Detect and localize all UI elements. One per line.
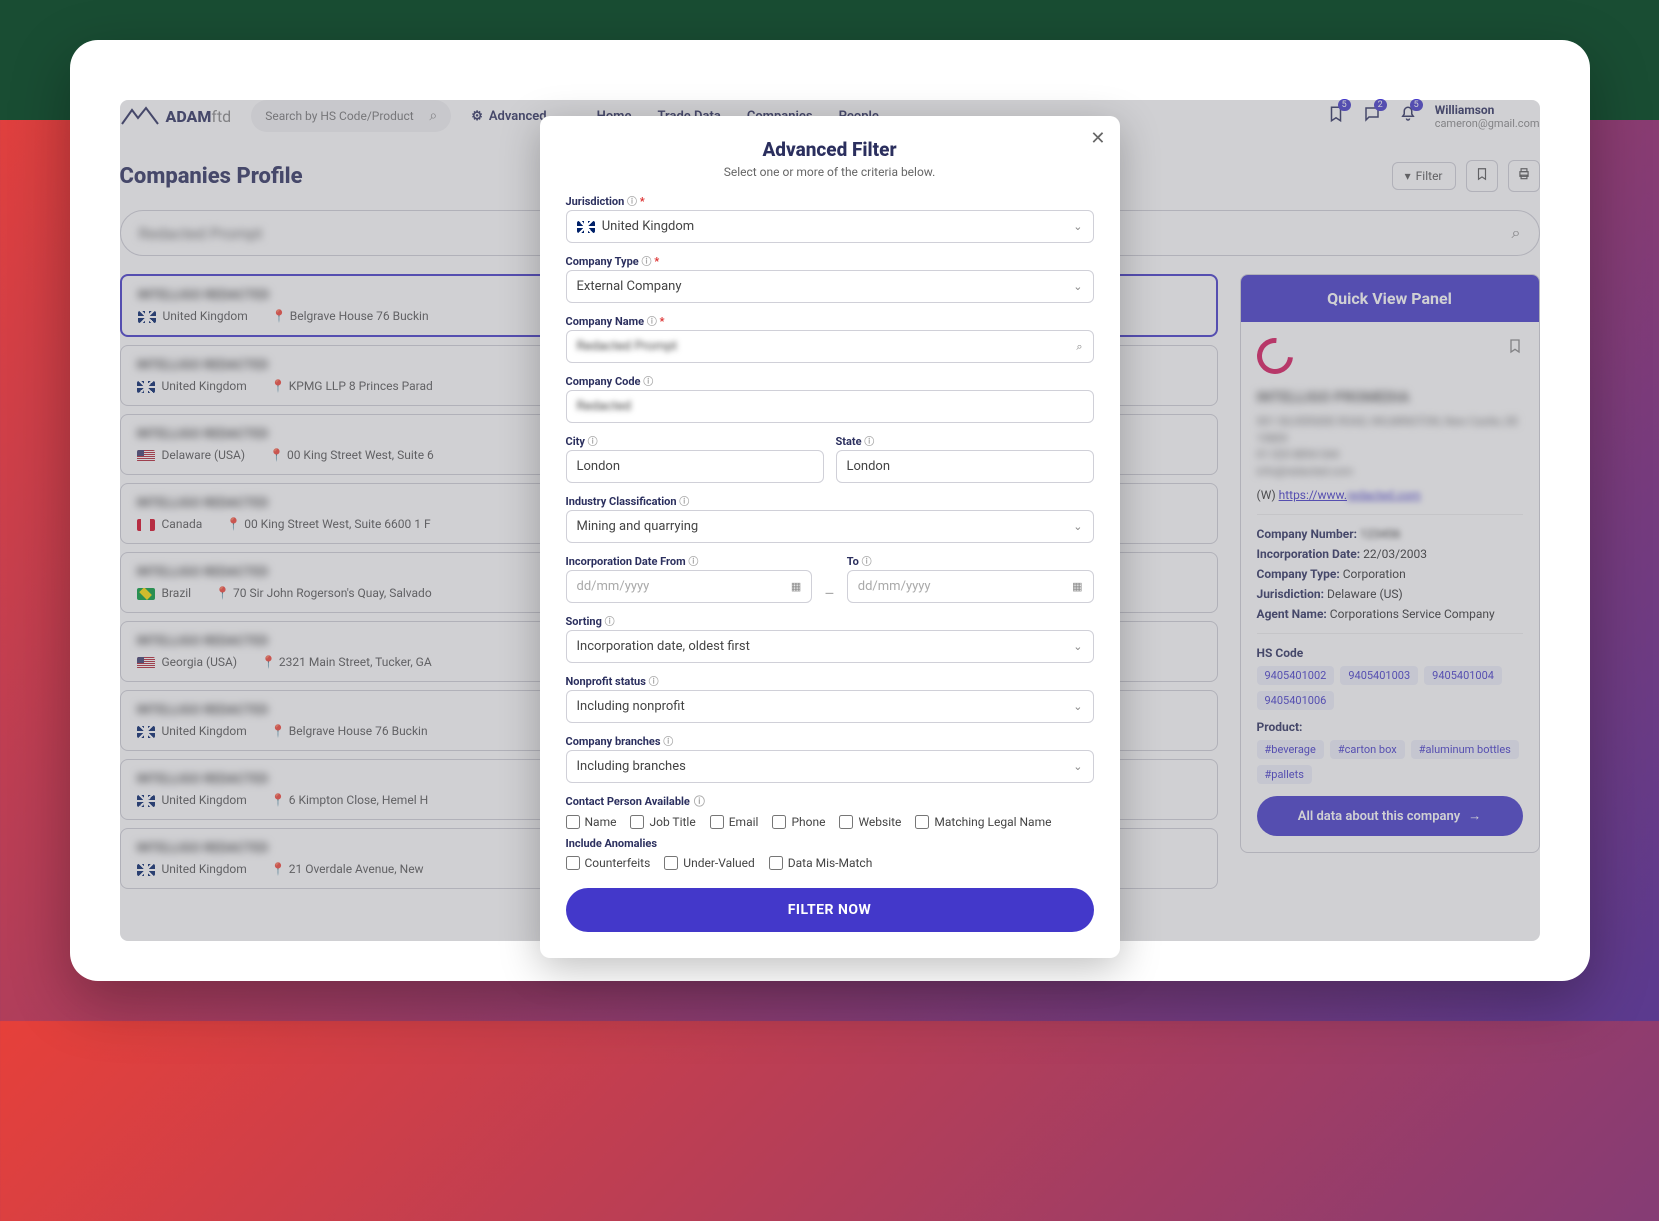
chevron-down-icon: ⌄: [1073, 520, 1082, 533]
jurisdiction-label: Jurisdiction ⓘ *: [566, 193, 1094, 208]
nonprofit-select[interactable]: Including nonprofit⌄: [566, 690, 1094, 723]
state-label: State ⓘ: [836, 433, 1094, 448]
advanced-button[interactable]: ⚙ Advanced: [471, 109, 546, 124]
company-name-label: Company Name ⓘ *: [566, 313, 1094, 328]
chevron-down-icon: ⌄: [1073, 280, 1082, 293]
jurisdiction-select[interactable]: United Kingdom⌄: [566, 210, 1094, 243]
header-search[interactable]: ⌕: [251, 100, 451, 132]
company-logo: [1249, 331, 1300, 382]
sliders-icon: ⚙: [471, 109, 483, 124]
company-address-blur: 501 SILVERSIDE ROAD, WILMINGTON, New Cas…: [1257, 414, 1523, 480]
sorting-select[interactable]: Incorporation date, oldest first⌄: [566, 630, 1094, 663]
date-to-label: To ⓘ: [847, 553, 1094, 568]
search-input[interactable]: [265, 109, 429, 123]
sorting-label: Sorting ⓘ: [566, 613, 1094, 628]
bookmark-icon[interactable]: 5: [1327, 105, 1345, 127]
city-input[interactable]: [566, 450, 824, 483]
date-to-input[interactable]: dd/mm/yyyy▦: [847, 570, 1094, 603]
contact-check[interactable]: Name: [566, 815, 617, 829]
company-name-blur: INTELLIGO PROMEDIA: [1257, 388, 1523, 406]
modal-title: Advanced Filter: [566, 138, 1094, 161]
company-type-label: Company Type ⓘ *: [566, 253, 1094, 268]
filter-button[interactable]: ▾Filter: [1392, 162, 1456, 190]
anomaly-check[interactable]: Data Mis-Match: [769, 856, 873, 870]
filter-now-button[interactable]: FILTER NOW: [566, 888, 1094, 932]
product-tag[interactable]: #carton box: [1330, 740, 1405, 759]
industry-select[interactable]: Mining and quarrying⌄: [566, 510, 1094, 543]
quick-view-panel: Quick View Panel INTELLIGO PROMEDIA 501 …: [1240, 274, 1540, 853]
industry-label: Industry Classification ⓘ: [566, 493, 1094, 508]
hs-code-tag[interactable]: 9405401006: [1257, 691, 1335, 710]
branches-select[interactable]: Including branches⌄: [566, 750, 1094, 783]
chevron-down-icon: ⌄: [1073, 640, 1082, 653]
website-link[interactable]: https://www.redacted.com: [1279, 488, 1421, 502]
logo[interactable]: ADAMftd: [120, 104, 232, 128]
anomaly-check[interactable]: Counterfeits: [566, 856, 651, 870]
anomalies-section-label: Include Anomalies: [566, 837, 1094, 850]
calendar-icon: ▦: [791, 580, 801, 593]
user-menu[interactable]: Williamson cameron@gmail.com: [1435, 103, 1540, 130]
modal-subtitle: Select one or more of the criteria below…: [566, 165, 1094, 179]
contact-check[interactable]: Phone: [772, 815, 825, 829]
quick-view-title: Quick View Panel: [1241, 275, 1539, 322]
contact-check[interactable]: Email: [710, 815, 759, 829]
print-button[interactable]: [1508, 160, 1540, 192]
nonprofit-label: Nonprofit status ⓘ: [566, 673, 1094, 688]
anomaly-check[interactable]: Under-Valued: [664, 856, 754, 870]
hs-code-tag[interactable]: 9405401003: [1340, 666, 1418, 685]
advanced-filter-modal: ✕ Advanced Filter Select one or more of …: [540, 116, 1120, 958]
date-from-input[interactable]: dd/mm/yyyy▦: [566, 570, 813, 603]
search-icon: ⌕: [1076, 340, 1082, 354]
hs-code-tag[interactable]: 9405401002: [1257, 666, 1335, 685]
arrow-right-icon: →: [1468, 808, 1481, 824]
company-name-input[interactable]: Redacted Prompt⌕: [566, 330, 1094, 363]
company-code-input[interactable]: Redacted: [566, 390, 1094, 423]
contact-check[interactable]: Matching Legal Name: [915, 815, 1051, 829]
contact-check[interactable]: Job Title: [630, 815, 695, 829]
bookmark-icon[interactable]: [1507, 338, 1523, 358]
chevron-down-icon: ⌄: [1073, 760, 1082, 773]
calendar-icon: ▦: [1072, 580, 1082, 593]
product-tag[interactable]: #aluminum bottles: [1411, 740, 1519, 759]
bell-icon[interactable]: 5: [1399, 105, 1417, 127]
chevron-down-icon: ⌄: [1073, 220, 1082, 233]
branches-label: Company branches ⓘ: [566, 733, 1094, 748]
company-type-select[interactable]: External Company⌄: [566, 270, 1094, 303]
chevron-down-icon: ⌄: [1073, 700, 1082, 713]
date-from-label: Incorporation Date From ⓘ: [566, 553, 813, 568]
search-icon: ⌕: [429, 108, 437, 124]
search-icon: ⌕: [1512, 223, 1521, 243]
hs-code-tag[interactable]: 9405401004: [1424, 666, 1502, 685]
close-button[interactable]: ✕: [1090, 128, 1105, 149]
contact-section-label: Contact Person Available ⓘ: [566, 793, 1094, 809]
product-tag[interactable]: #pallets: [1257, 765, 1312, 784]
chat-icon[interactable]: 2: [1363, 105, 1381, 127]
all-data-button[interactable]: All data about this company→: [1257, 796, 1523, 836]
city-label: City ⓘ: [566, 433, 824, 448]
product-tag[interactable]: #beverage: [1257, 740, 1324, 759]
filter-icon: ▾: [1405, 169, 1411, 183]
company-code-label: Company Code ⓘ: [566, 373, 1094, 388]
bookmark-button[interactable]: [1466, 160, 1498, 192]
contact-check[interactable]: Website: [839, 815, 901, 829]
state-input[interactable]: [836, 450, 1094, 483]
page-title: Companies Profile: [120, 164, 303, 189]
